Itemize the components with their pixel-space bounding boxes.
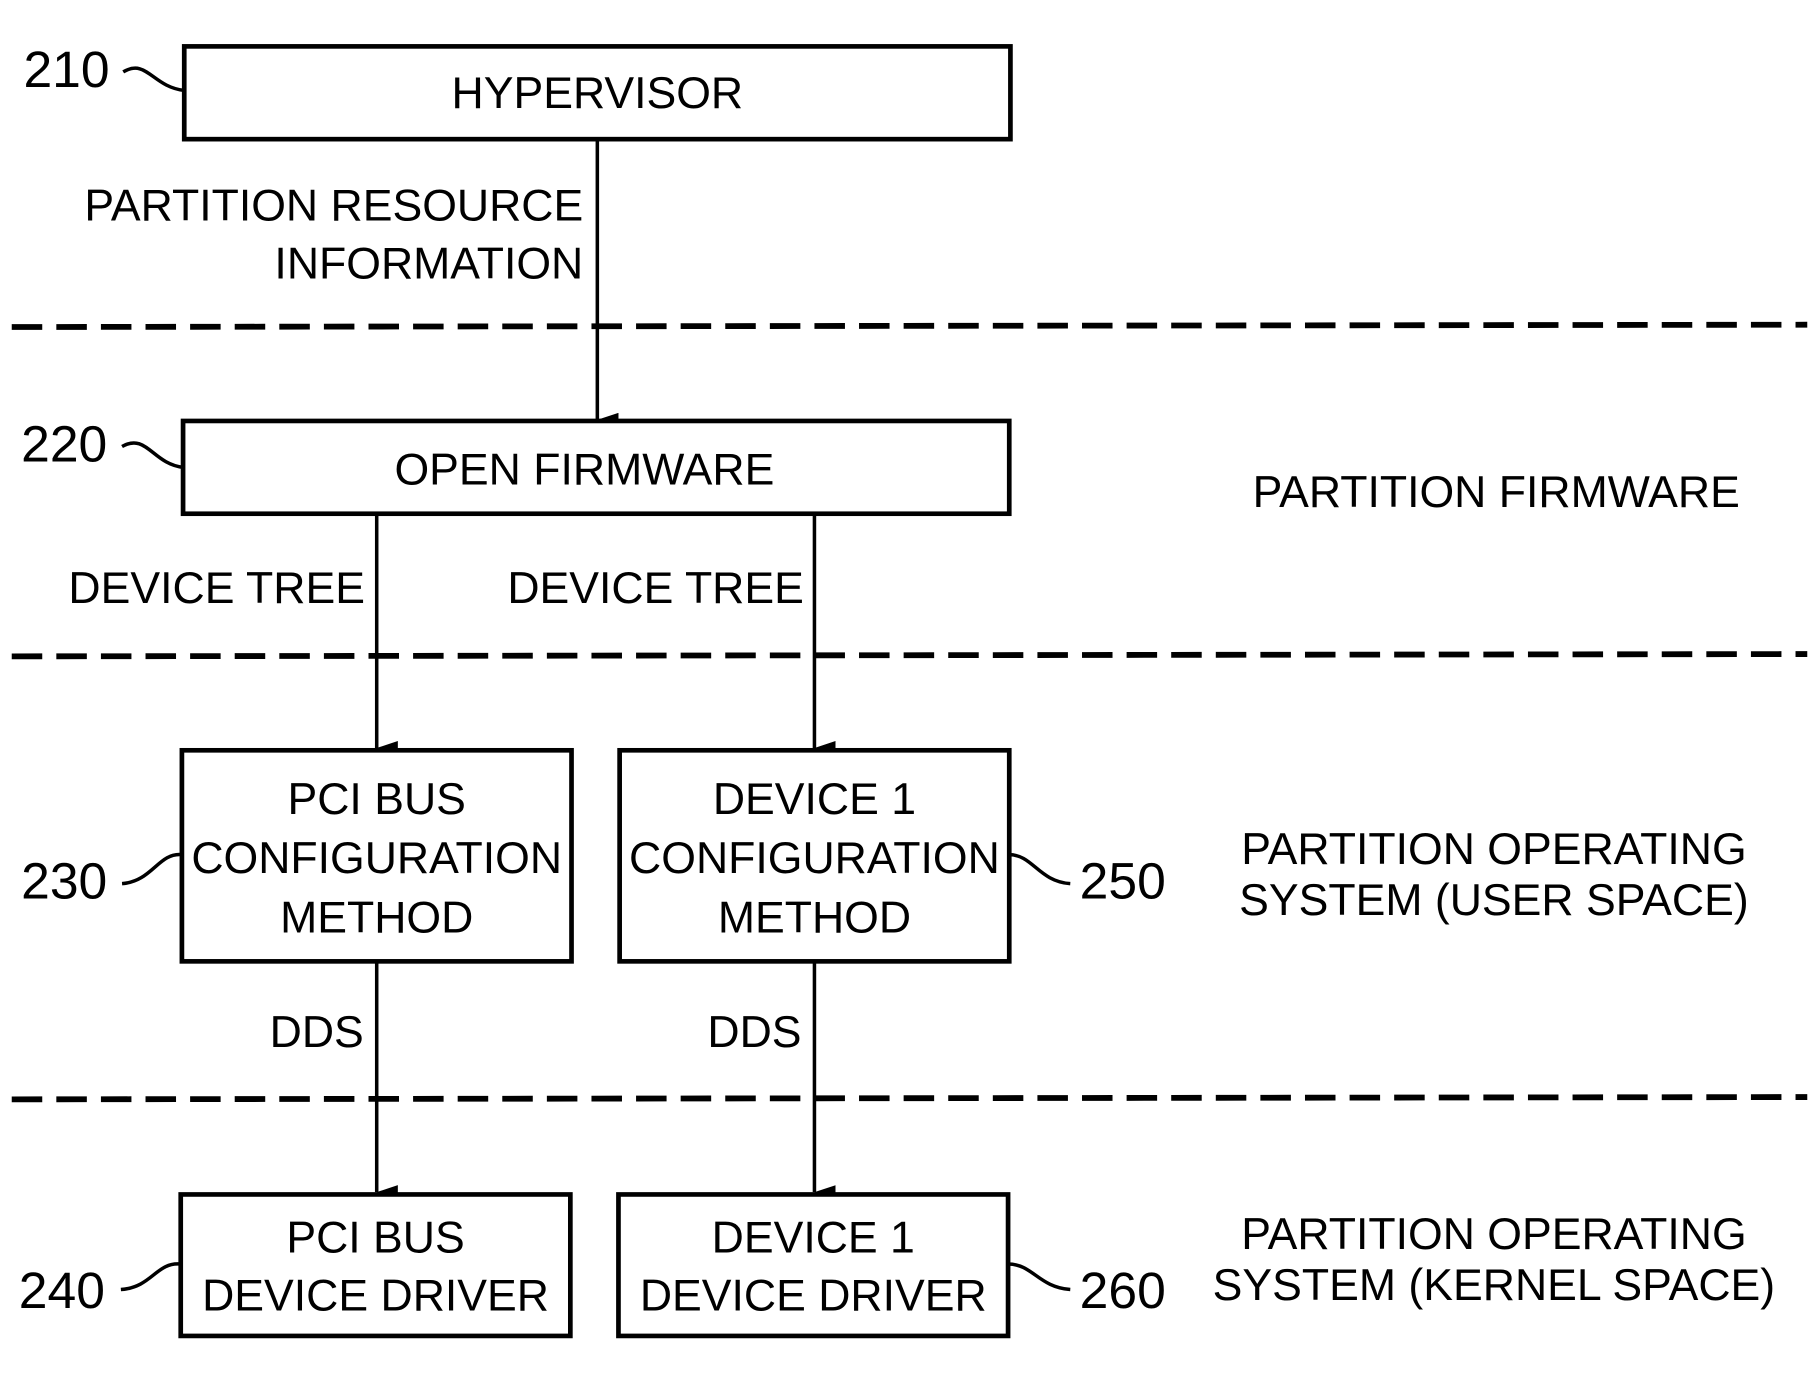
leader-260 bbox=[1007, 1262, 1071, 1292]
ref-210: 210 bbox=[23, 41, 109, 98]
pci-config-line-1: PCI BUS bbox=[288, 775, 466, 824]
pci-config-block: PCI BUS CONFIGURATION METHOD 230 bbox=[21, 747, 574, 964]
ref-220: 220 bbox=[21, 416, 107, 473]
dev1-driver-line-1: DEVICE 1 bbox=[712, 1214, 915, 1263]
zone-divider-3 bbox=[11, 1094, 1808, 1103]
leader-240 bbox=[120, 1262, 181, 1292]
hypervisor-block: HYPERVISOR 210 bbox=[23, 41, 1013, 142]
edge-label-information: INFORMATION bbox=[274, 240, 583, 289]
pci-config-line-3: METHOD bbox=[280, 894, 473, 943]
edge-label-dds-2: DDS bbox=[707, 1008, 801, 1057]
edge-label-device-tree-1: DEVICE TREE bbox=[68, 564, 365, 613]
dev1-config-block: DEVICE 1 CONFIGURATION METHOD 250 bbox=[617, 747, 1166, 964]
leader-230 bbox=[121, 852, 183, 886]
pci-driver-block: PCI BUS DEVICE DRIVER 240 bbox=[19, 1192, 573, 1339]
ref-260: 260 bbox=[1080, 1262, 1166, 1319]
zone-label-kernel-space-1: PARTITION OPERATING bbox=[1241, 1210, 1746, 1259]
zone-label-kernel-space-2: SYSTEM (KERNEL SPACE) bbox=[1213, 1261, 1775, 1310]
edge-label-dds-1: DDS bbox=[270, 1008, 364, 1057]
dev1-config-line-1: DEVICE 1 bbox=[713, 775, 916, 824]
dev1-driver-block: DEVICE 1 DEVICE DRIVER 260 bbox=[616, 1192, 1166, 1339]
leader-250 bbox=[1009, 852, 1071, 886]
zone-label-user-space-2: SYSTEM (USER SPACE) bbox=[1239, 876, 1749, 925]
pci-driver-line-1: PCI BUS bbox=[286, 1214, 464, 1263]
edge-label-partition-resource: PARTITION RESOURCE bbox=[84, 182, 583, 231]
edge-label-device-tree-2: DEVICE TREE bbox=[507, 564, 804, 613]
leader-220 bbox=[121, 441, 184, 470]
zone-divider-2 bbox=[11, 651, 1808, 660]
open-firmware-block: OPEN FIRMWARE 220 bbox=[21, 416, 1012, 517]
ref-230: 230 bbox=[21, 853, 107, 910]
open-firmware-label: OPEN FIRMWARE bbox=[394, 446, 774, 495]
zone-divider-1 bbox=[11, 321, 1808, 330]
zone-label-user-space-1: PARTITION OPERATING bbox=[1241, 825, 1746, 874]
hypervisor-label: HYPERVISOR bbox=[452, 69, 744, 118]
leader-210 bbox=[122, 66, 185, 93]
pci-config-line-2: CONFIGURATION bbox=[191, 834, 562, 883]
dev1-config-line-2: CONFIGURATION bbox=[629, 834, 1000, 883]
ref-250: 250 bbox=[1080, 853, 1166, 910]
dev1-config-line-3: METHOD bbox=[718, 894, 911, 943]
dev1-driver-line-2: DEVICE DRIVER bbox=[640, 1272, 987, 1321]
ref-240: 240 bbox=[19, 1262, 105, 1319]
diagram-canvas: HYPERVISOR 210 PARTITION RESOURCE INFORM… bbox=[11, 41, 1808, 1339]
pci-driver-line-2: DEVICE DRIVER bbox=[202, 1272, 549, 1321]
zone-label-partition-firmware: PARTITION FIRMWARE bbox=[1253, 468, 1740, 517]
